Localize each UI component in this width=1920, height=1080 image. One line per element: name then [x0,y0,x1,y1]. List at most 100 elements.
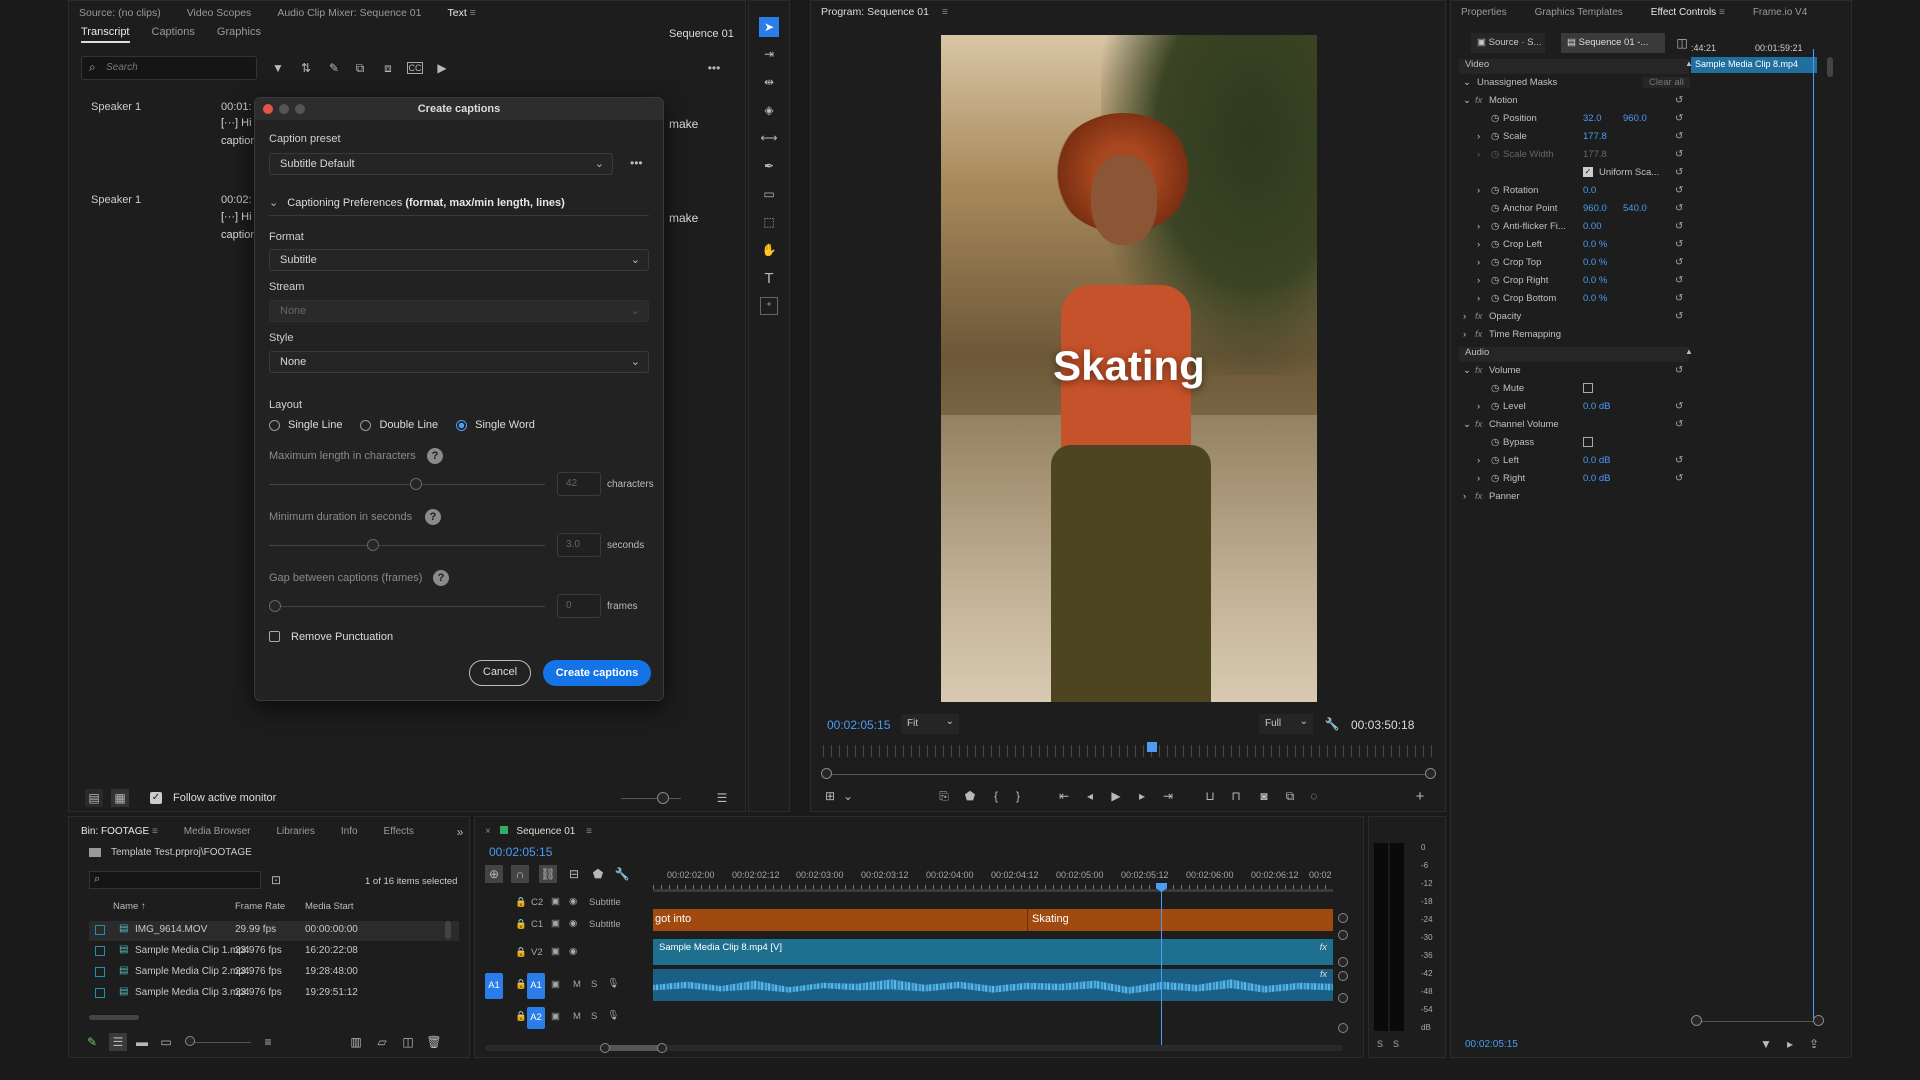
crop-top-row[interactable]: › ◷ Crop Top 0.0 % ↺ [1459,257,1689,272]
step-back-icon[interactable]: ◂ [1081,787,1099,805]
max-length-slider[interactable] [269,484,545,485]
vr-icon[interactable]: ◌ [1305,787,1323,805]
speaker-name[interactable]: Speaker 1 [91,194,141,206]
tab-effects[interactable]: Effects [384,826,414,837]
left-row[interactable]: › ◷ Left 0.0 dB ↺ [1459,455,1689,470]
program-timecode[interactable]: 00:02:05:15 [827,718,890,732]
reset-icon[interactable]: ↺ [1675,311,1683,322]
max-length-input[interactable]: 42 [557,472,601,496]
layout-single-line[interactable]: Single Line [269,419,342,431]
gap-input[interactable]: 0 [557,594,601,618]
track-a1[interactable]: A1 🔒 A1 ▣ M S 🎙 [475,971,645,1003]
tab-menu-icon[interactable]: ≡ [152,826,158,837]
stopwatch-icon[interactable]: ◷ [1491,185,1499,196]
timeline-tab[interactable]: × Sequence 01 ≡ [485,826,592,837]
zoom-slider[interactable] [621,798,681,799]
thumbnail-size-slider[interactable] [191,1042,251,1043]
tab-audio-clip-mixer[interactable]: Audio Clip Mixer: Sequence 01 [277,7,421,19]
add-button-icon[interactable]: + [1411,787,1429,805]
ec-playhead[interactable] [1813,49,1814,1021]
transcript-search-input[interactable]: ⌕ Search [81,56,257,80]
help-icon[interactable]: ? [433,570,449,586]
reset-icon[interactable]: ↺ [1675,149,1683,160]
play-audio-icon[interactable]: ▸ [1781,1035,1799,1053]
reset-icon[interactable]: ↺ [1675,221,1683,232]
rectangle-icon[interactable]: ▭ [760,185,778,203]
help-icon[interactable]: ? [427,448,443,464]
left-value[interactable]: 0.0 dB [1583,455,1610,466]
caption-clip[interactable]: got into [653,909,1027,931]
chevron-down-icon[interactable]: ⌄ [839,787,857,805]
selection-tool-icon[interactable]: ➤ [759,17,779,37]
ripple-edit-icon[interactable]: ⇹ [760,73,778,91]
stopwatch-icon[interactable]: ◷ [1491,473,1499,484]
subtab-graphics[interactable]: Graphics [217,26,261,43]
track-scroll-handle[interactable] [1338,957,1348,967]
tab-menu-icon[interactable]: ≡ [1719,7,1725,18]
stopwatch-icon[interactable]: ◷ [1491,401,1499,412]
track-v2[interactable]: 🔒 V2 ▣ ◉ [475,943,645,965]
mute-row[interactable]: ◷ Mute [1459,383,1689,398]
thumbnail-size-knob[interactable] [185,1036,195,1046]
caption-clip[interactable]: Skating [1027,909,1333,931]
filter-icon[interactable]: ▼ [269,59,287,77]
position-y[interactable]: 960.0 [1623,113,1647,124]
solo-right-button[interactable]: S [1393,1039,1399,1049]
bypass-checkbox[interactable] [1583,437,1593,447]
create-captions-button[interactable]: Create captions [543,660,651,686]
audio-clip[interactable]: fx [653,969,1333,1001]
play-icon[interactable]: ▶ [1107,787,1125,805]
stopwatch-icon[interactable]: ◷ [1491,455,1499,466]
program-ruler[interactable] [823,745,1435,757]
tab-menu-icon[interactable]: ≡ [942,6,948,18]
transcript-trailing[interactable]: make [669,211,698,225]
remove-punctuation-checkbox[interactable] [269,631,280,642]
table-row[interactable]: ▤ Sample Media Clip 1.mp4 23.976 fps 16:… [89,942,459,962]
scale-row[interactable]: › ◷ Scale 177.8 ↺ [1459,131,1689,146]
stopwatch-icon[interactable]: ◷ [1491,239,1499,250]
ec-zoom-end[interactable] [1813,1015,1824,1026]
reset-icon[interactable]: ↺ [1675,239,1683,250]
tab-info[interactable]: Info [341,826,358,837]
anchor-point-row[interactable]: ◷ Anchor Point 960.0 540.0 ↺ [1459,203,1689,218]
sequence-clip-button[interactable]: ▤ Sequence 01 -... [1561,33,1665,53]
bin-hscrollbar[interactable] [89,1015,139,1020]
stopwatch-icon[interactable]: ◷ [1491,275,1499,286]
anti-flicker-value[interactable]: 0.00 [1583,221,1602,232]
bin-search-input[interactable]: ⌕ [89,871,261,889]
clear-all-button[interactable]: Clear all [1643,77,1690,88]
transcript-line[interactable]: caption [221,229,256,241]
hand-icon[interactable]: ✋ [760,241,778,259]
stopwatch-icon[interactable]: ◷ [1491,131,1499,142]
trash-icon[interactable]: 🗑 [425,1033,443,1051]
reset-icon[interactable]: ↺ [1675,401,1683,412]
transform-icon[interactable]: ⬚ [760,213,778,231]
channel-volume-row[interactable]: ⌄ fx Channel Volume ↺ [1459,419,1689,434]
timeline-playhead[interactable] [1161,887,1162,1045]
subtab-captions[interactable]: Captions [152,26,195,43]
reset-icon[interactable]: ↺ [1675,473,1683,484]
position-x[interactable]: 32.0 [1583,113,1602,124]
label-color-icon[interactable] [95,988,105,998]
timeline-timecode[interactable]: 00:02:05:15 [489,845,552,859]
bypass-row[interactable]: ◷ Bypass [1459,437,1689,452]
pencil-icon[interactable]: ✎ [83,1033,101,1051]
reset-icon[interactable]: ↺ [1675,95,1683,106]
crop-right-value[interactable]: 0.0 % [1583,275,1607,286]
crop-top-value[interactable]: 0.0 % [1583,257,1607,268]
min-duration-input[interactable]: 3.0 [557,533,601,557]
rotation-row[interactable]: › ◷ Rotation 0.0 ↺ [1459,185,1689,200]
radio-double-line[interactable] [360,419,372,431]
lock-icon[interactable]: 🔒 [515,1011,527,1022]
zoom-end-handle[interactable] [1425,768,1436,779]
bin-vscrollbar[interactable] [445,921,451,939]
crop-right-row[interactable]: › ◷ Crop Right 0.0 % ↺ [1459,275,1689,290]
crop-bottom-row[interactable]: › ◷ Crop Bottom 0.0 % ↺ [1459,293,1689,308]
radio-single-word[interactable] [456,419,468,431]
program-video-frame[interactable]: Skating [941,35,1317,702]
transcript-line[interactable]: [···] Hi [221,211,252,223]
stopwatch-icon[interactable]: ◷ [1491,383,1499,394]
filter-icon[interactable]: ▼ [1757,1035,1775,1053]
right-value[interactable]: 0.0 dB [1583,473,1610,484]
time-remapping-row[interactable]: › fx Time Remapping [1459,329,1689,344]
